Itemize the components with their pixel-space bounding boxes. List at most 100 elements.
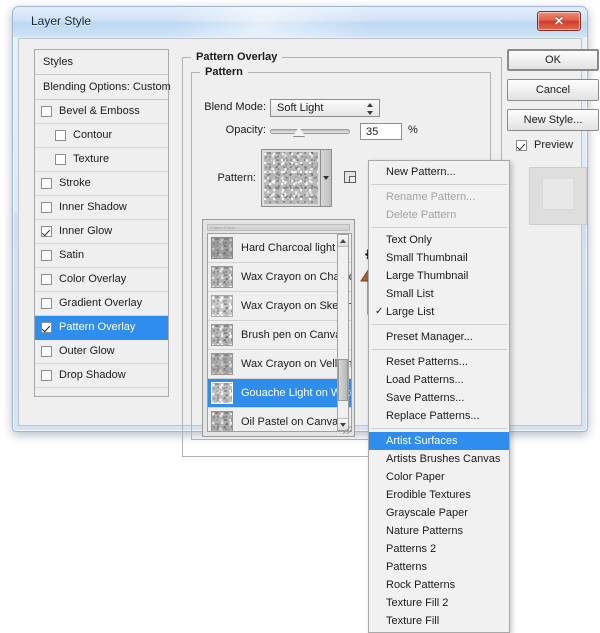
menu-item-preset-manager[interactable]: Preset Manager... [369, 328, 509, 346]
ok-button[interactable]: OK [507, 49, 599, 71]
style-row-color-overlay[interactable]: Color Overlay [35, 268, 168, 292]
style-row-gradient-overlay[interactable]: Gradient Overlay [35, 292, 168, 316]
style-row-drop-shadow[interactable]: Drop Shadow [35, 364, 168, 388]
style-checkbox[interactable] [55, 154, 66, 165]
style-row-texture[interactable]: Texture [35, 148, 168, 172]
style-row-pattern-overlay[interactable]: Pattern Overlay [35, 316, 168, 340]
style-row-outer-glow[interactable]: Outer Glow [35, 340, 168, 364]
pattern-thumbnail [211, 382, 233, 404]
style-label: Outer Glow [59, 345, 115, 357]
pattern-options-context-menu: New Pattern... Rename Pattern... Delete Pa… [368, 160, 510, 633]
style-checkbox[interactable] [41, 346, 52, 357]
menu-item-label: Texture Fill 2 [386, 597, 449, 609]
style-checkbox[interactable] [55, 130, 66, 141]
pattern-list-item[interactable]: Gouache Light on Watercol [208, 379, 351, 408]
pattern-thumbnail [211, 266, 233, 288]
resize-grip-icon[interactable] [343, 426, 351, 434]
style-checkbox[interactable] [41, 178, 52, 189]
preview-thumbnail-inner [542, 178, 574, 210]
pattern-list-item[interactable]: Oil Pastel on Canvas [208, 408, 351, 431]
style-label: Contour [73, 129, 113, 141]
style-row-satin[interactable]: Satin [35, 244, 168, 268]
style-row-inner-shadow[interactable]: Inner Shadow [35, 196, 168, 220]
menu-item-texture-fill-2[interactable]: Texture Fill 2 [369, 594, 509, 612]
menu-item-label: Grayscale Paper [386, 507, 468, 519]
menu-item-replace-patterns[interactable]: Replace Patterns... [369, 407, 509, 425]
style-checkbox[interactable] [41, 226, 52, 237]
pattern-name: Wax Crayon on Charcoal [241, 271, 351, 283]
menu-item-reset-patterns[interactable]: Reset Patterns... [369, 353, 509, 371]
cancel-button[interactable]: Cancel [507, 79, 599, 101]
style-row-contour[interactable]: Contour [35, 124, 168, 148]
menu-item-label: Large List [386, 306, 435, 318]
pattern-list-item[interactable]: Wax Crayon on Sketch [208, 292, 351, 321]
menu-item-save-patterns[interactable]: Save Patterns... [369, 389, 509, 407]
menu-item-new-pattern[interactable]: New Pattern... [369, 163, 509, 181]
menu-item-artists-brushes-canvas[interactable]: Artists Brushes Canvas [369, 450, 509, 468]
preview-checkbox-row[interactable]: Preview [516, 139, 573, 151]
pattern-list-item[interactable]: Wax Crayon on Vellum [208, 350, 351, 379]
menu-item-grayscale-paper[interactable]: Grayscale Paper [369, 504, 509, 522]
blend-mode-value: Soft Light [277, 102, 324, 114]
pattern-swatch[interactable] [264, 152, 318, 204]
pattern-name: Wax Crayon on Vellum [241, 358, 351, 370]
menu-item-label: New Pattern... [386, 166, 456, 178]
menu-item-texture-fill[interactable]: Texture Fill [369, 612, 509, 630]
opacity-slider[interactable] [270, 127, 350, 136]
style-row-inner-glow[interactable]: Inner Glow [35, 220, 168, 244]
pattern-thumbnail [211, 353, 233, 375]
titlebar-glare [173, 7, 369, 37]
styles-pane: Styles Blending Options: Custom Bevel & … [34, 49, 171, 397]
style-label: Inner Shadow [59, 201, 127, 213]
scrollbar-thumb[interactable] [338, 359, 348, 401]
style-checkbox[interactable] [41, 322, 52, 333]
updown-arrows-icon [367, 103, 374, 115]
blend-mode-select[interactable]: Soft Light [270, 99, 380, 117]
menu-item-large-list[interactable]: ✓ Large List [369, 303, 509, 321]
style-row-bevel-emboss[interactable]: Bevel & Emboss [35, 100, 168, 124]
pattern-picker-scrollbar[interactable] [337, 234, 349, 431]
menu-item-load-patterns[interactable]: Load Patterns... [369, 371, 509, 389]
opacity-input[interactable]: 35 [360, 123, 402, 140]
menu-item-rock-patterns[interactable]: Rock Patterns [369, 576, 509, 594]
style-checkbox[interactable] [41, 106, 52, 117]
style-label: Pattern Overlay [59, 321, 136, 333]
menu-item-erodible-textures[interactable]: Erodible Textures [369, 486, 509, 504]
title-bar[interactable]: Layer Style ✕ [13, 7, 587, 37]
opacity-slider-thumb[interactable] [293, 127, 305, 136]
menu-item-patterns[interactable]: Patterns [369, 558, 509, 576]
pattern-name: Hard Charcoal light [241, 242, 336, 254]
style-checkbox[interactable] [41, 250, 52, 261]
opacity-unit-label: % [408, 124, 418, 136]
menu-item-nature-patterns[interactable]: Nature Patterns [369, 522, 509, 540]
new-preset-icon[interactable] [344, 171, 356, 183]
style-row-stroke[interactable]: Stroke [35, 172, 168, 196]
menu-item-small-thumbnail[interactable]: Small Thumbnail [369, 249, 509, 267]
style-checkbox[interactable] [41, 370, 52, 381]
new-style-button[interactable]: New Style... [507, 109, 599, 131]
menu-item-artist-surfaces[interactable]: Artist Surfaces [369, 432, 509, 450]
pattern-thumbnail [211, 237, 233, 259]
menu-item-color-paper[interactable]: Color Paper [369, 468, 509, 486]
pattern-subgroup-title: Pattern [200, 66, 248, 78]
menu-item-patterns-2[interactable]: Patterns 2 [369, 540, 509, 558]
pattern-name: Wax Crayon on Sketch [241, 300, 351, 312]
pattern-list-item[interactable]: Hard Charcoal light [208, 234, 351, 263]
menu-item-large-thumbnail[interactable]: Large Thumbnail [369, 267, 509, 285]
menu-item-small-list[interactable]: Small List [369, 285, 509, 303]
menu-item-text-only[interactable]: Text Only [369, 231, 509, 249]
pattern-thumbnail [211, 295, 233, 317]
pattern-dropdown-arrow-icon[interactable] [321, 149, 332, 207]
pattern-list-item[interactable]: Wax Crayon on Charcoal [208, 263, 351, 292]
pattern-swatch-wrapper[interactable] [261, 149, 321, 207]
menu-item-label: Patterns [386, 561, 427, 573]
style-checkbox[interactable] [41, 202, 52, 213]
style-label: Color Overlay [59, 273, 127, 285]
preview-checkbox[interactable] [516, 139, 527, 151]
style-checkbox[interactable] [41, 274, 52, 285]
blending-options-row[interactable]: Blending Options: Custom [35, 75, 171, 100]
scroll-up-arrow-icon[interactable] [338, 235, 348, 247]
style-checkbox[interactable] [41, 298, 52, 309]
pattern-list-item[interactable]: Brush pen on Canvas [208, 321, 351, 350]
close-button[interactable]: ✕ [537, 11, 581, 31]
